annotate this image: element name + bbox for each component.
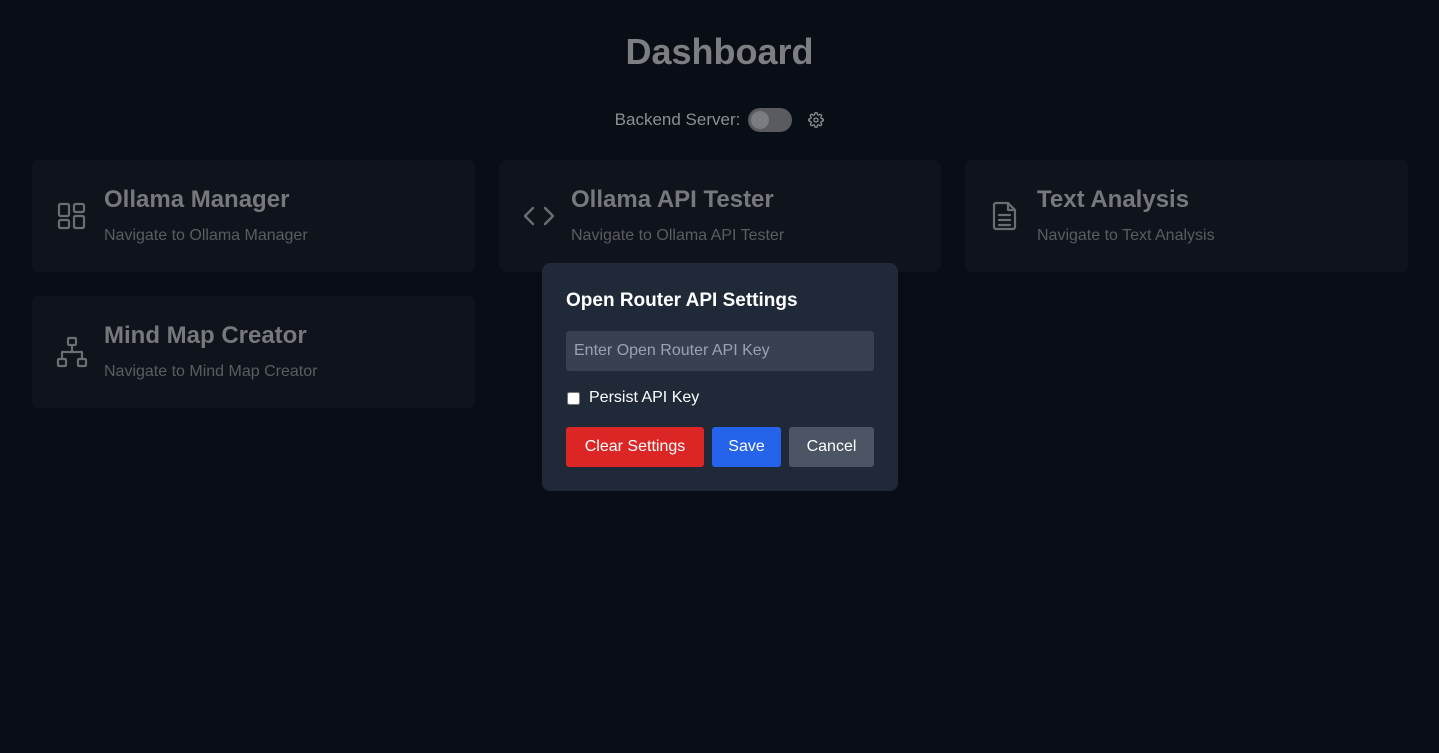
card-title: Ollama API Tester bbox=[571, 186, 774, 213]
modal-title: Open Router API Settings bbox=[566, 290, 798, 311]
backend-server-label: Backend Server: bbox=[614, 110, 741, 129]
card-ollama-api-tester[interactable]: Ollama API Tester Navigate to Ollama API… bbox=[499, 160, 941, 272]
card-subtitle: Navigate to Ollama Manager bbox=[104, 227, 308, 244]
api-key-input[interactable] bbox=[566, 331, 874, 371]
gear-icon[interactable] bbox=[808, 112, 825, 128]
document-icon bbox=[989, 200, 1021, 232]
card-mind-map-creator[interactable]: Mind Map Creator Navigate to Mind Map Cr… bbox=[32, 296, 475, 408]
clear-settings-button[interactable]: Clear Settings bbox=[566, 427, 704, 467]
persist-api-key-row[interactable]: Persist API Key bbox=[566, 389, 699, 407]
card-title: Ollama Manager bbox=[104, 186, 290, 213]
cancel-button[interactable]: Cancel bbox=[789, 427, 874, 467]
persist-api-key-checkbox[interactable] bbox=[567, 391, 580, 405]
persist-api-key-label: Persist API Key bbox=[589, 389, 700, 406]
code-brackets-icon bbox=[523, 200, 555, 232]
toggle-knob bbox=[751, 111, 770, 129]
card-subtitle: Navigate to Text Analysis bbox=[1037, 227, 1215, 244]
backend-server-row: Backend Server: bbox=[0, 106, 1439, 134]
api-settings-modal: Open Router API Settings Persist API Key… bbox=[542, 263, 898, 491]
card-ollama-manager[interactable]: Ollama Manager Navigate to Ollama Manage… bbox=[32, 160, 475, 272]
backend-server-toggle[interactable] bbox=[748, 108, 793, 132]
dashboard-grid-icon bbox=[56, 200, 88, 232]
card-title: Text Analysis bbox=[1037, 186, 1190, 213]
page: Dashboard Backend Server: Ollama Manager… bbox=[0, 0, 1439, 753]
card-text-analysis[interactable]: Text Analysis Navigate to Text Analysis bbox=[965, 160, 1408, 272]
card-title: Mind Map Creator bbox=[104, 322, 307, 349]
card-subtitle: Navigate to Ollama API Tester bbox=[571, 227, 785, 244]
save-button[interactable]: Save bbox=[712, 427, 781, 467]
card-subtitle: Navigate to Mind Map Creator bbox=[104, 363, 318, 380]
page-title: Dashboard bbox=[625, 31, 814, 72]
sitemap-icon bbox=[56, 336, 88, 368]
